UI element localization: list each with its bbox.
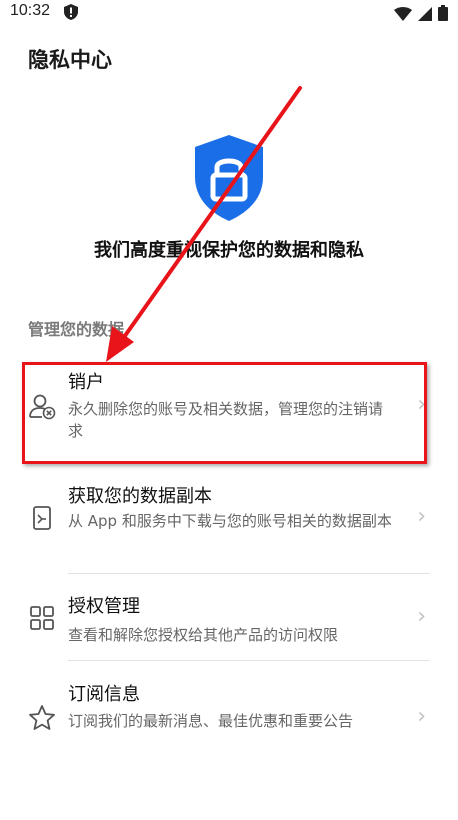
divider xyxy=(68,573,430,574)
battery-icon xyxy=(438,5,448,25)
item-description: 从 App 和服务中下载与您的账号相关的数据副本 xyxy=(68,512,392,530)
chevron-right-icon: › xyxy=(417,504,426,529)
item-title: 获取您的数据副本 xyxy=(68,486,212,507)
data-copy-icon xyxy=(28,504,56,532)
status-bar: 10:32 xyxy=(0,0,458,26)
divider xyxy=(68,660,430,661)
status-time: 10:32 xyxy=(10,2,51,19)
page-title: 隐私中心 xyxy=(28,48,112,72)
wifi-icon xyxy=(394,6,412,25)
section-title: 管理您的数据 xyxy=(28,320,125,339)
shield-alert-icon xyxy=(64,4,78,24)
item-title: 授权管理 xyxy=(68,596,140,617)
shield-lock-icon xyxy=(191,133,267,223)
signal-icon xyxy=(418,6,432,25)
item-description: 订阅我们的最新消息、最佳优惠和重要公告 xyxy=(68,712,354,730)
highlight-box xyxy=(22,362,427,464)
chevron-right-icon: › xyxy=(417,704,426,729)
list-item-authorization[interactable]: 授权管理 查看和解除您授权给其他产品的访问权限 › xyxy=(22,590,432,656)
list-item-data-copy[interactable]: 获取您的数据副本 从 App 和服务中下载与您的账号相关的数据副本 › xyxy=(22,478,432,570)
chevron-right-icon: › xyxy=(417,604,426,629)
hero-text: 我们高度重视保护您的数据和隐私 xyxy=(94,240,364,261)
star-icon xyxy=(28,704,56,732)
grid-icon xyxy=(28,604,56,632)
list-item-subscription[interactable]: 订阅信息 订阅我们的最新消息、最佳优惠和重要公告 › xyxy=(22,678,432,762)
item-description: 查看和解除您授权给其他产品的访问权限 xyxy=(68,626,339,644)
status-icons xyxy=(394,5,448,25)
item-title: 订阅信息 xyxy=(68,684,140,705)
